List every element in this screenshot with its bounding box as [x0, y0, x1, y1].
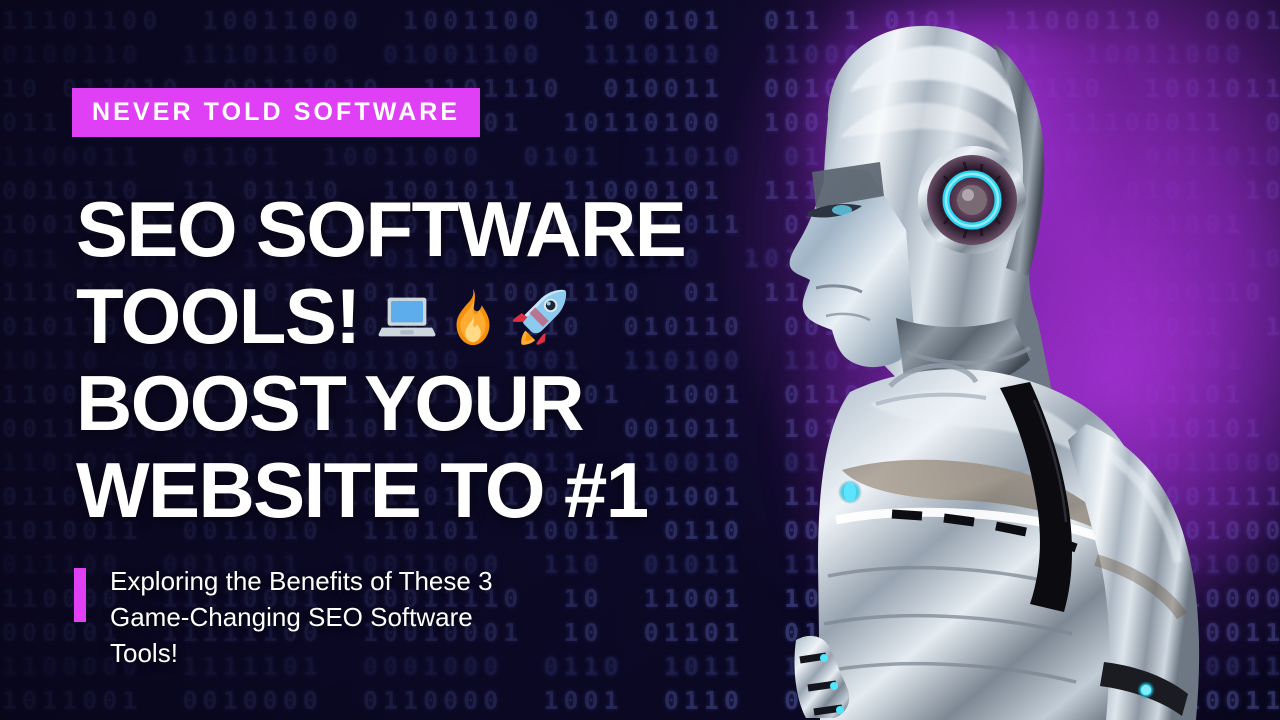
laptop-emoji [378, 297, 436, 336]
robot-figure [700, 0, 1280, 720]
wrist-light-core [1141, 685, 1151, 695]
headline-line-3: BOOST YOUR [76, 360, 776, 447]
page-title: SEO SOFTWARE TOOLS! BOOST YOUR WEBSITE T… [76, 186, 776, 534]
chest-light [844, 482, 856, 502]
headline-text-3: BOOST YOUR [76, 359, 585, 447]
finger-light-1 [820, 654, 828, 662]
fire-emoji [456, 288, 490, 345]
rocket-emoji [512, 289, 566, 345]
headline-line-2: TOOLS! [76, 273, 776, 360]
emoji-row [376, 286, 570, 348]
finger-light-2 [830, 682, 838, 690]
ear-center-glint [962, 189, 974, 201]
ear-center [957, 185, 987, 215]
subtitle-text: Exploring the Benefits of These 3 Game-C… [110, 566, 493, 668]
headline-text-4: WEBSITE TO #1 [76, 446, 649, 534]
headline-line-1: SEO SOFTWARE [76, 186, 776, 273]
finger-light-3 [836, 706, 844, 714]
badge-label: NEVER TOLD SOFTWARE [92, 98, 461, 126]
subtitle-block: Exploring the Benefits of These 3 Game-C… [74, 563, 674, 671]
badge-never-told-software: NEVER TOLD SOFTWARE [72, 88, 481, 137]
eye-glint [832, 205, 852, 215]
subtitle-accent-bar [74, 568, 86, 622]
thumbnail-canvas: 11101100 10011000 1001100 10 0101 011 1 … [0, 0, 1280, 720]
headline-text-1: SEO SOFTWARE [76, 185, 687, 273]
robot-illustration [789, 25, 1200, 720]
headline-line-4: WEBSITE TO #1 [76, 447, 776, 534]
headline-text-2: TOOLS! [76, 272, 361, 360]
